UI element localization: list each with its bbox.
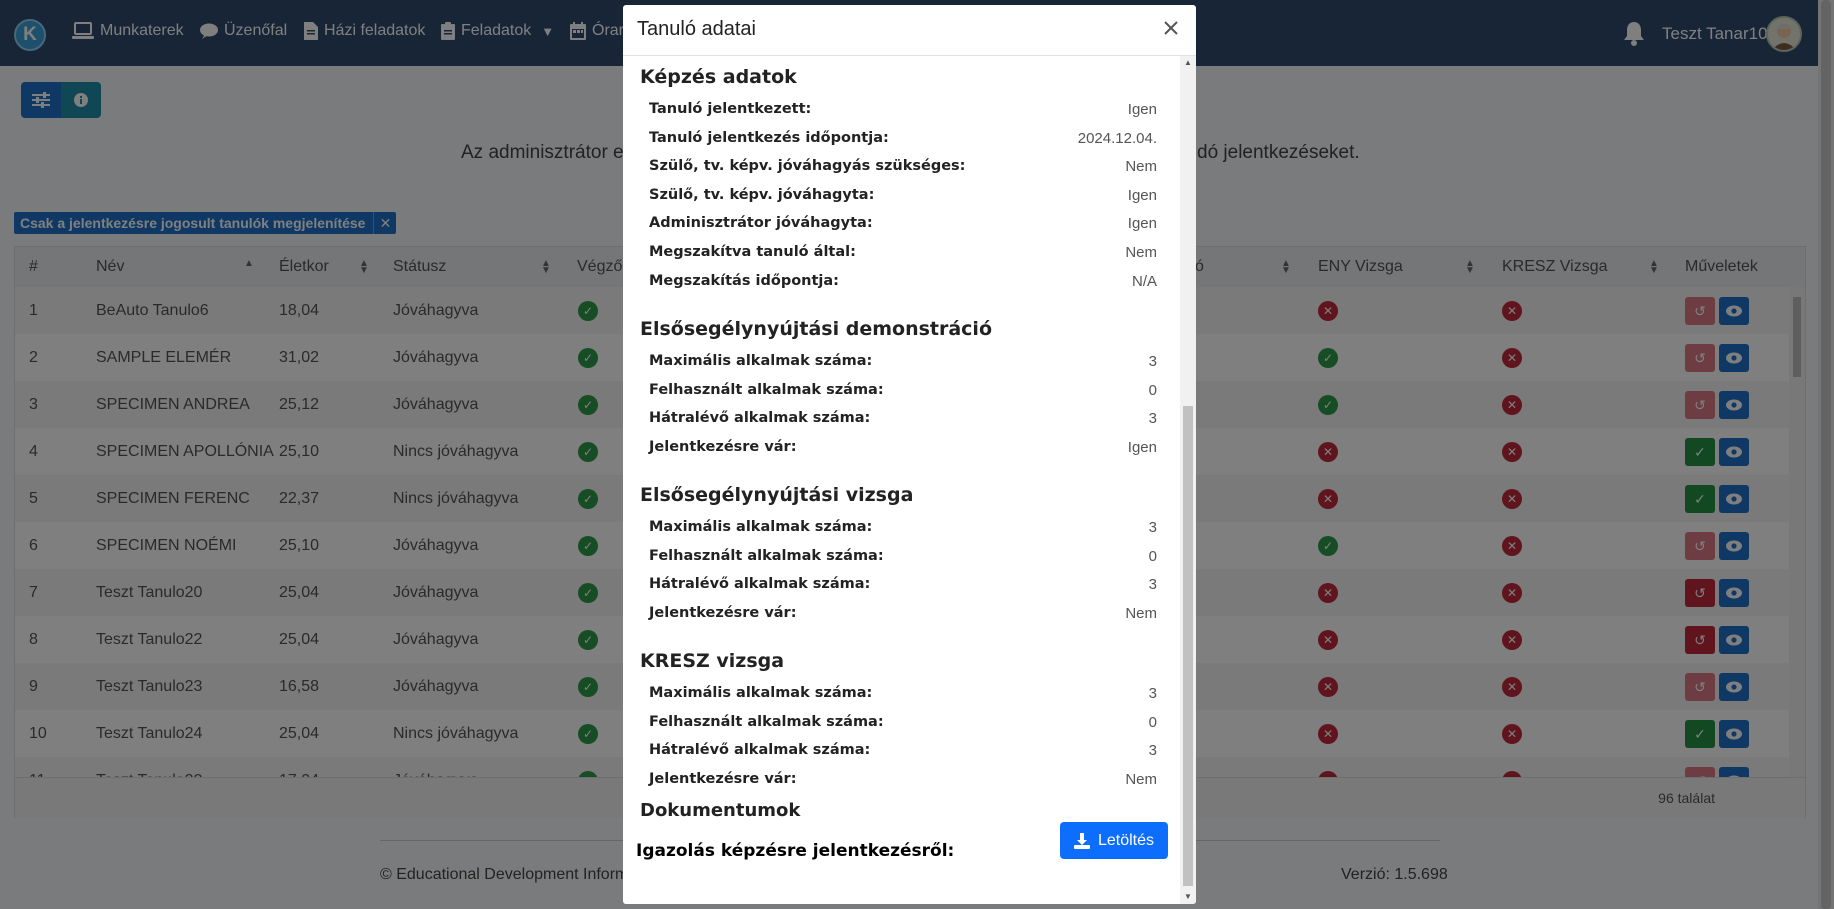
detail-label: Hátralévő alkalmak száma: <box>649 576 871 593</box>
section-title: Elsősegélynyújtási vizsga <box>640 484 914 506</box>
section-title: Képzés adatok <box>640 66 797 88</box>
detail-value: 3 <box>1148 742 1157 760</box>
section-title: Elsősegélynyújtási demonstráció <box>640 318 993 340</box>
section-title: KRESZ vizsga <box>640 650 785 672</box>
detail-value: Nem <box>1125 604 1157 622</box>
detail-row: Megszakítás időpontja: N/A <box>649 273 1157 297</box>
detail-row: Jelentkezésre vár: Igen <box>649 439 1157 463</box>
detail-value: Igen <box>1127 186 1157 204</box>
detail-row: Felhasznált alkalmak száma: 0 <box>649 548 1157 572</box>
detail-row: Felhasznált alkalmak száma: 0 <box>649 382 1157 406</box>
detail-value: 0 <box>1148 547 1157 565</box>
detail-label: Megszakítás időpontja: <box>649 272 839 289</box>
close-icon[interactable] <box>1158 15 1184 41</box>
modal-header: Tanuló adatai <box>623 5 1196 56</box>
detail-row: Hátralévő alkalmak száma: 3 <box>649 742 1157 766</box>
detail-value: N/A <box>1131 272 1157 290</box>
detail-label: Maximális alkalmak száma: <box>649 685 873 701</box>
detail-label: Jelentkezésre vár: <box>649 604 797 621</box>
download-button[interactable]: Letöltés <box>1060 822 1168 859</box>
detail-label: Tanuló jelentkezés időpontja: <box>649 129 889 146</box>
detail-value: 3 <box>1148 519 1157 536</box>
detail-value: 3 <box>1148 685 1157 702</box>
scroll-up-icon[interactable]: ▲ <box>1184 58 1192 67</box>
detail-value: Igen <box>1127 101 1157 118</box>
detail-label: Felhasznált alkalmak száma: <box>649 381 884 398</box>
detail-value: 0 <box>1148 713 1157 731</box>
detail-row: Tanuló jelentkezés időpontja: 2024.12.04. <box>649 130 1157 154</box>
detail-value: Igen <box>1127 215 1157 233</box>
detail-value: Nem <box>1125 244 1157 261</box>
detail-label: Jelentkezésre vár: <box>649 770 797 787</box>
detail-label: Hátralévő alkalmak száma: <box>649 410 871 427</box>
detail-label: Szülő, tv. képv. jóváhagyta: <box>649 186 875 203</box>
detail-row: Maximális alkalmak száma: 3 <box>649 685 1157 709</box>
detail-label: Jelentkezésre vár: <box>649 438 797 455</box>
detail-row: Hátralévő alkalmak száma: 3 <box>649 576 1157 600</box>
detail-value: 0 <box>1148 381 1157 399</box>
modal-title: Tanuló adatai <box>637 18 756 40</box>
detail-row: Maximális alkalmak száma: 3 <box>649 519 1157 543</box>
detail-value: 2024.12.04. <box>1077 129 1157 147</box>
scrollbar-thumb[interactable] <box>1183 406 1193 886</box>
detail-label: Tanuló jelentkezett: <box>649 101 812 117</box>
detail-label: Maximális alkalmak száma: <box>649 353 873 369</box>
download-icon <box>1073 832 1090 849</box>
detail-label: Felhasznált alkalmak száma: <box>649 713 884 730</box>
detail-row: Jelentkezésre vár: Nem <box>649 605 1157 629</box>
detail-row: Maximális alkalmak száma: 3 <box>649 353 1157 377</box>
detail-value: Igen <box>1127 438 1157 456</box>
detail-label: Hátralévő alkalmak száma: <box>649 742 871 759</box>
detail-value: 3 <box>1148 353 1157 370</box>
document-label: Igazolás képzésre jelentkezésről: <box>636 841 955 861</box>
detail-row: Adminisztrátor jóváhagyta: Igen <box>649 215 1157 239</box>
detail-value: 3 <box>1148 576 1157 594</box>
detail-row: Hátralévő alkalmak száma: 3 <box>649 410 1157 434</box>
detail-value: Nem <box>1125 770 1157 788</box>
detail-row: Jelentkezésre vár: Nem <box>649 771 1157 795</box>
detail-row: Megszakítva tanuló által: Nem <box>649 244 1157 268</box>
download-label: Letöltés <box>1097 831 1155 849</box>
detail-row: Tanuló jelentkezett: Igen <box>649 101 1157 125</box>
documents-title: Dokumentumok <box>640 800 801 821</box>
detail-row: Szülő, tv. képv. jóváhagyás szükséges: Ne… <box>649 158 1157 182</box>
detail-label: Adminisztrátor jóváhagyta: <box>649 215 873 232</box>
detail-row: Felhasznált alkalmak száma: 0 <box>649 714 1157 738</box>
modal-body: ▲ ▼ Képzés adatok Tanuló jelentkezett: Ige… <box>623 56 1196 904</box>
detail-value: Nem <box>1125 158 1157 176</box>
scroll-down-icon[interactable]: ▼ <box>1184 892 1192 901</box>
detail-label: Felhasznált alkalmak száma: <box>649 547 884 564</box>
modal-scrollbar[interactable]: ▲ ▼ <box>1180 56 1196 904</box>
detail-value: 3 <box>1148 410 1157 428</box>
detail-label: Megszakítva tanuló által: <box>649 244 856 260</box>
detail-label: Maximális alkalmak száma: <box>649 519 873 535</box>
detail-label: Szülő, tv. képv. jóváhagyás szükséges: <box>649 158 966 175</box>
student-details-modal: Tanuló adatai ▲ ▼ Képzés adatok Tanuló je… <box>623 5 1196 904</box>
detail-row: Szülő, tv. képv. jóváhagyta: Igen <box>649 187 1157 211</box>
